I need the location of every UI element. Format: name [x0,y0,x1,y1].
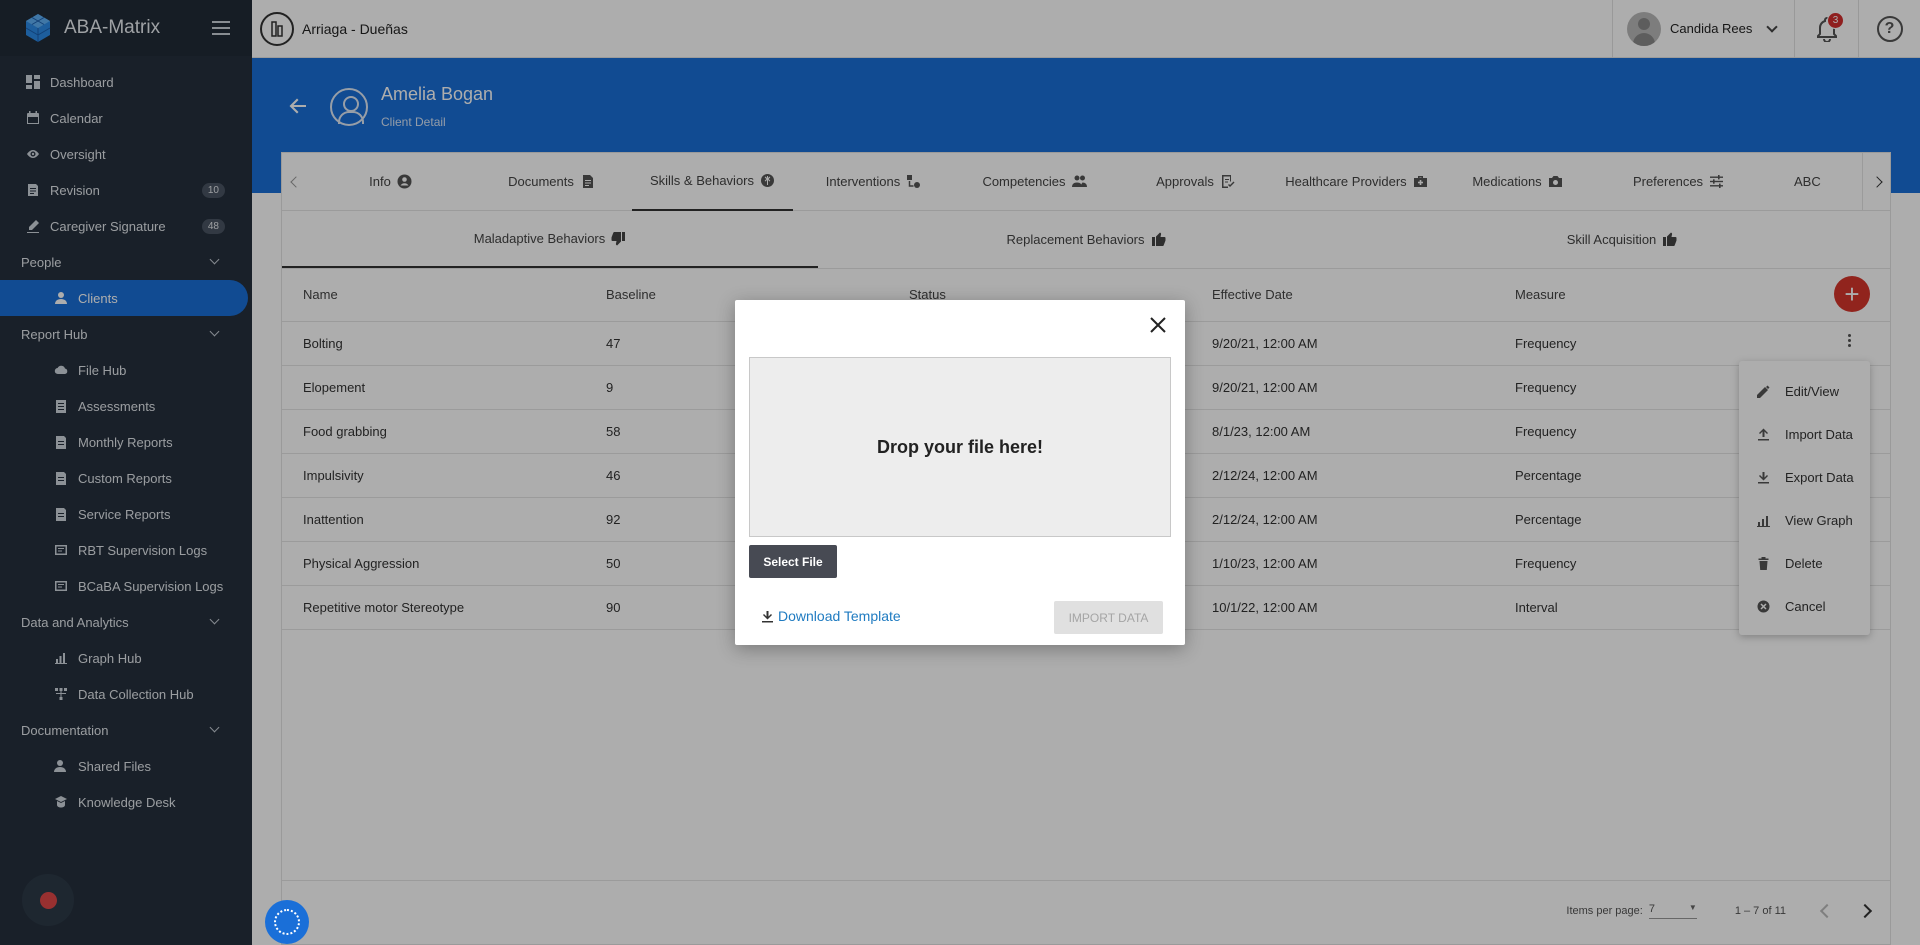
file-drop-zone[interactable]: Drop your file here! [749,357,1171,537]
select-file-button[interactable]: Select File [749,545,837,578]
download-template-label: Download Template [778,608,901,624]
download-icon [762,610,773,622]
cookie-icon [274,909,300,935]
close-icon[interactable] [1149,316,1167,334]
import-file-dialog: Drop your file here! Select File Downloa… [735,300,1185,645]
import-data-button[interactable]: IMPORT DATA [1054,601,1163,634]
cookie-settings-button[interactable] [265,900,309,944]
download-template-link[interactable]: Download Template [761,608,901,624]
